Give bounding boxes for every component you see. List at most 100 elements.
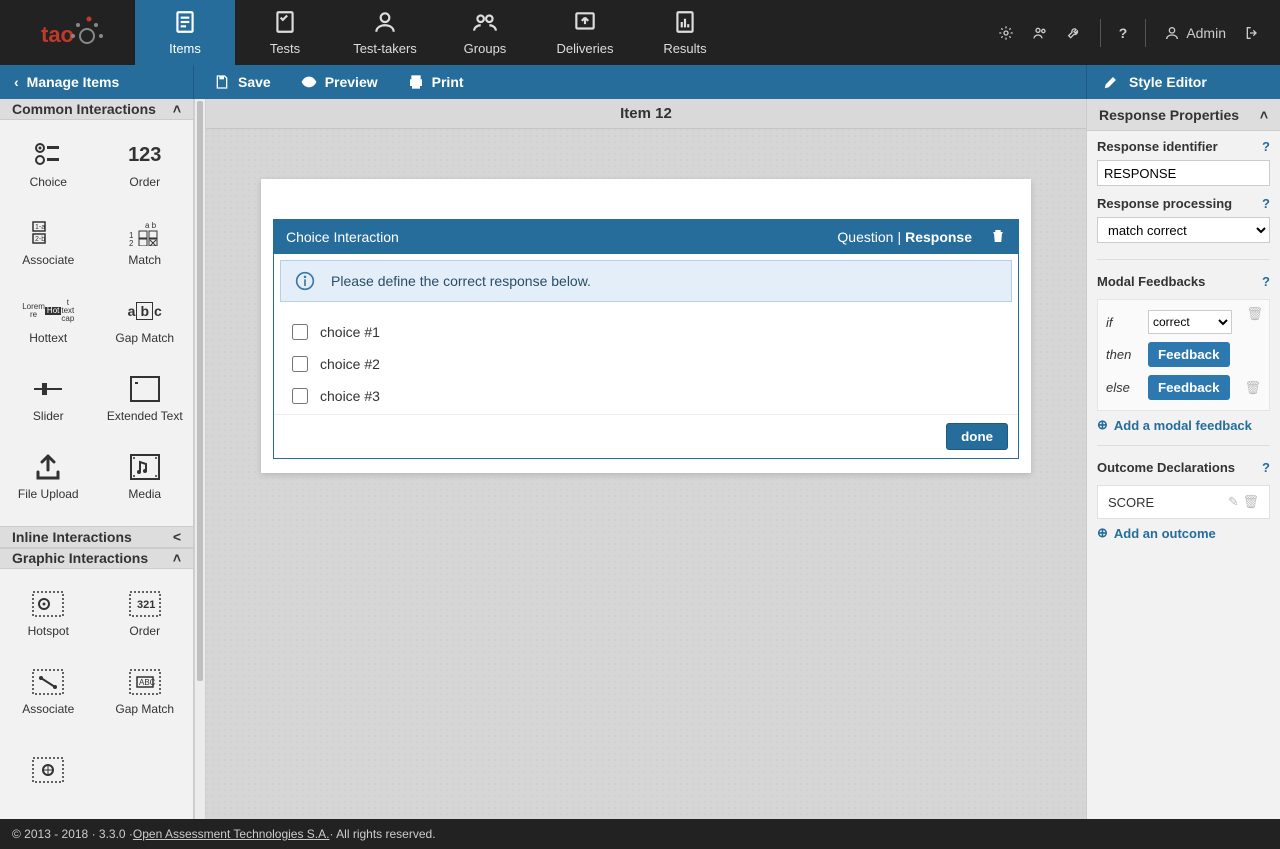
nav-label: Results <box>663 41 706 56</box>
tab-response[interactable]: Response <box>905 229 972 245</box>
preview-label: Preview <box>325 74 378 90</box>
help-icon[interactable]: ? <box>1119 25 1128 41</box>
tool-g-gap-match[interactable]: ABCGap Match <box>97 653 194 731</box>
svg-text:a b: a b <box>145 221 157 230</box>
svg-text:2: 2 <box>129 239 134 246</box>
done-button[interactable]: done <box>946 423 1008 450</box>
item-title: Item 12 <box>206 99 1086 129</box>
outcome-item: SCORE ✎ 🗑 <box>1097 485 1270 519</box>
save-button[interactable]: Save <box>214 74 271 90</box>
tool-label: Extended Text <box>107 409 183 423</box>
help-icon[interactable]: ? <box>1262 196 1270 211</box>
logo: tao <box>0 0 135 65</box>
graphic-palette: Hotspot 321Order Associate ABCGap Match <box>0 569 193 819</box>
nav-label: Test-takers <box>353 41 417 56</box>
print-label: Print <box>432 74 464 90</box>
if-condition-select[interactable]: correct <box>1148 310 1232 334</box>
style-editor-button[interactable]: Style Editor <box>1086 65 1280 99</box>
choice-label: choice #1 <box>320 324 380 340</box>
tab-question[interactable]: Question <box>837 229 893 245</box>
else-feedback-button[interactable]: Feedback <box>1148 375 1230 400</box>
tool-label: Associate <box>22 253 74 267</box>
chevron-left-icon: ‹ <box>14 74 19 90</box>
help-icon[interactable]: ? <box>1262 460 1270 475</box>
outcome-value: SCORE <box>1108 495 1154 510</box>
tool-associate[interactable]: 1-a2-bAssociate <box>0 204 97 282</box>
delete-interaction-icon[interactable] <box>990 228 1006 247</box>
delete-outcome-icon[interactable]: 🗑 <box>1242 494 1259 509</box>
tools-icon[interactable] <box>1066 25 1082 41</box>
add-modal-feedback-link[interactable]: ⊕ Add a modal feedback <box>1097 411 1270 439</box>
plus-icon: ⊕ <box>1097 417 1108 433</box>
tool-label: Match <box>128 253 161 267</box>
tool-g-order[interactable]: 321Order <box>97 575 194 653</box>
tool-choice[interactable]: Choice <box>0 126 97 204</box>
user-menu[interactable]: Admin <box>1164 25 1226 41</box>
preview-button[interactable]: Preview <box>301 74 378 90</box>
choice-row[interactable]: choice #3 <box>280 380 1012 412</box>
tool-slider[interactable]: Slider <box>0 360 97 438</box>
canvas: Item 12 Choice Interaction Question | Re… <box>206 99 1086 819</box>
then-label: then <box>1106 347 1140 362</box>
scrollbar-thumb[interactable] <box>197 101 203 681</box>
tool-media[interactable]: Media <box>97 438 194 516</box>
settings-icon[interactable] <box>998 25 1014 41</box>
chevron-up-icon: ˄ <box>1260 107 1268 123</box>
response-properties-header[interactable]: Response Properties ˄ <box>1087 99 1280 131</box>
item-card: Choice Interaction Question | Response P… <box>261 179 1031 473</box>
nav-label: Groups <box>464 41 507 56</box>
choice-row[interactable]: choice #1 <box>280 316 1012 348</box>
section-graphic[interactable]: Graphic Interactions ˄ <box>0 548 193 569</box>
section-label: Common Interactions <box>12 101 156 117</box>
nav-tabs: Items Tests Test-takers Groups Deliverie… <box>135 0 735 65</box>
edit-outcome-icon[interactable]: ✎ <box>1228 494 1239 509</box>
choice-checkbox[interactable] <box>292 324 308 340</box>
tool-order[interactable]: 123Order <box>97 126 194 204</box>
delete-feedback-icon[interactable]: 🗑 <box>1246 306 1263 322</box>
nav-groups[interactable]: Groups <box>435 0 535 65</box>
tool-match[interactable]: a b12Match <box>97 204 194 282</box>
print-button[interactable]: Print <box>408 74 464 90</box>
nav-tests[interactable]: Tests <box>235 0 335 65</box>
delete-else-icon[interactable]: 🗑 <box>1244 380 1261 396</box>
tool-extended-text[interactable]: Extended Text <box>97 360 194 438</box>
nav-items[interactable]: Items <box>135 0 235 65</box>
then-feedback-button[interactable]: Feedback <box>1148 342 1230 367</box>
tool-hottext[interactable]: Loremre Hot ttext capHottext <box>0 282 97 360</box>
choice-checkbox[interactable] <box>292 356 308 372</box>
left-panel: Common Interactions ˄ Choice 123Order 1-… <box>0 99 194 819</box>
choices-list: choice #1 choice #2 choice #3 <box>274 308 1018 414</box>
tool-label: File Upload <box>18 487 79 501</box>
help-icon[interactable]: ? <box>1262 139 1270 154</box>
left-scrollbar[interactable] <box>194 99 206 819</box>
section-common[interactable]: Common Interactions ˄ <box>0 99 193 120</box>
resp-id-input[interactable] <box>1097 160 1270 186</box>
section-inline[interactable]: Inline Interactions ˅ <box>0 526 193 547</box>
nav-results[interactable]: Results <box>635 0 735 65</box>
users-icon[interactable] <box>1032 25 1048 41</box>
footer-years: © 2013 - 2018 · 3.3.0 · <box>12 827 133 841</box>
interaction-title: Choice Interaction <box>286 229 399 245</box>
tool-label: Hottext <box>29 331 67 345</box>
choice-row[interactable]: choice #2 <box>280 348 1012 380</box>
manage-items-link[interactable]: ‹ Manage Items <box>0 65 194 99</box>
nav-test-takers[interactable]: Test-takers <box>335 0 435 65</box>
workspace: Common Interactions ˄ Choice 123Order 1-… <box>0 99 1280 819</box>
else-label: else <box>1106 380 1140 395</box>
tool-g-extra[interactable] <box>0 731 97 809</box>
resp-proc-select[interactable]: match correct <box>1097 217 1270 243</box>
tool-g-hotspot[interactable]: Hotspot <box>0 575 97 653</box>
section-label: Inline Interactions <box>12 529 132 545</box>
footer-org-link[interactable]: Open Assessment Technologies S.A. <box>133 827 330 841</box>
help-icon[interactable]: ? <box>1262 274 1270 289</box>
tool-file-upload[interactable]: File Upload <box>0 438 97 516</box>
tool-gap-match[interactable]: abcGap Match <box>97 282 194 360</box>
chevron-up-icon: ˄ <box>173 550 181 566</box>
tool-g-associate[interactable]: Associate <box>0 653 97 731</box>
nav-deliveries[interactable]: Deliveries <box>535 0 635 65</box>
right-panel: Response Properties ˄ Response identifie… <box>1086 99 1280 819</box>
choice-checkbox[interactable] <box>292 388 308 404</box>
logout-icon[interactable] <box>1244 25 1260 41</box>
resp-id-label: Response identifier <box>1097 139 1270 154</box>
add-outcome-link[interactable]: ⊕ Add an outcome <box>1097 519 1270 547</box>
